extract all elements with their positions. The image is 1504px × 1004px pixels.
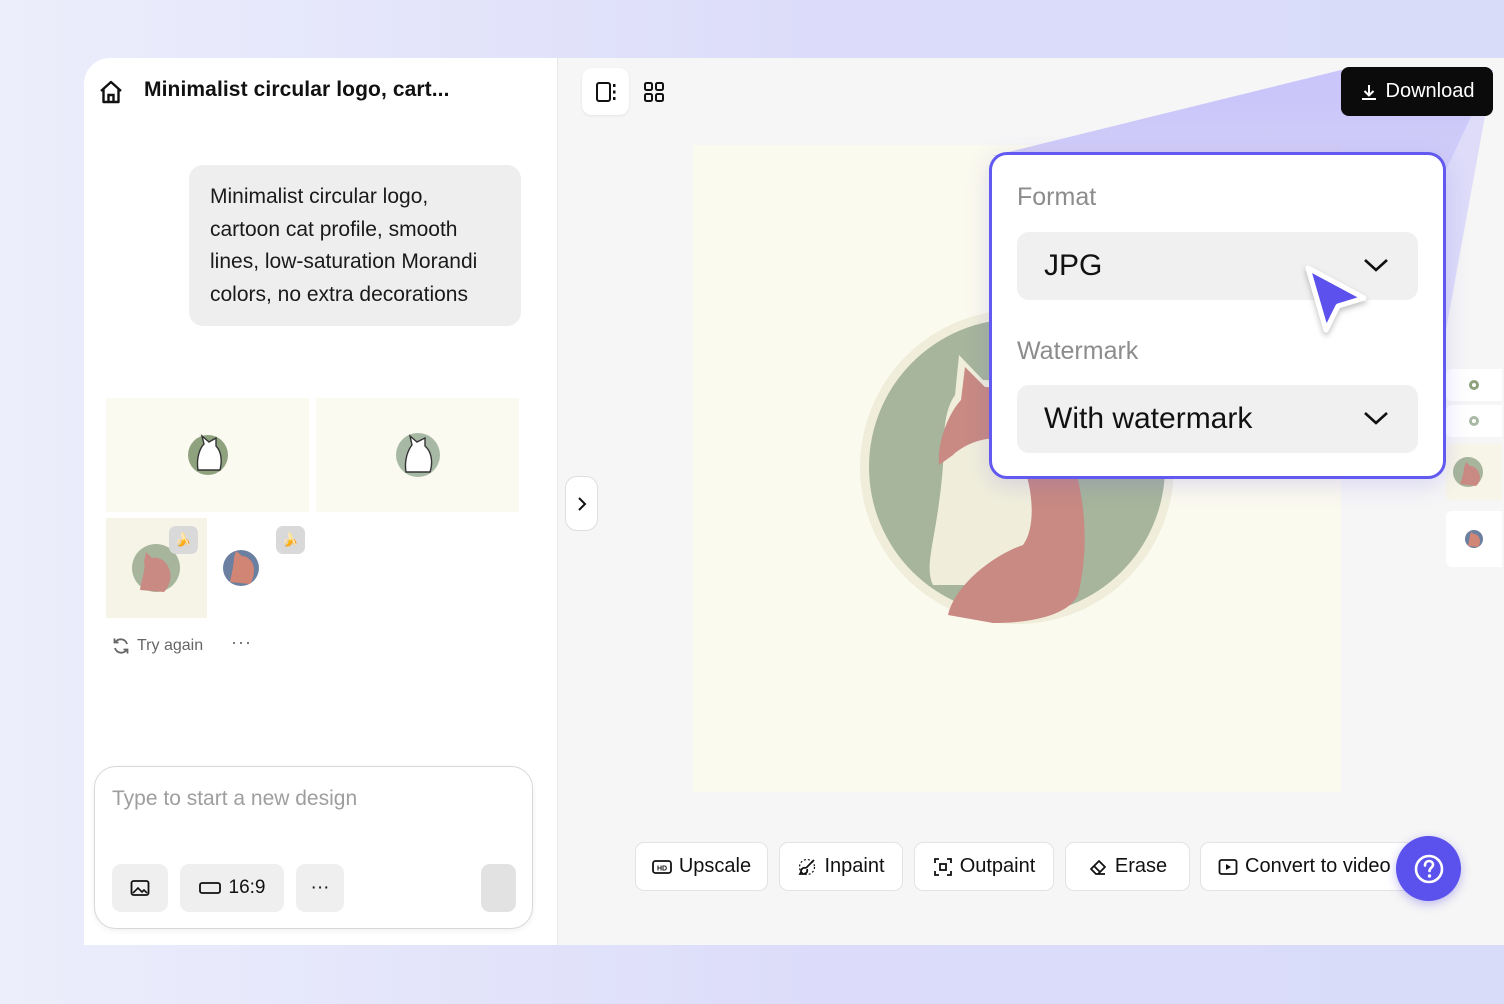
download-button[interactable]: Download — [1341, 67, 1493, 116]
result-thumbnail[interactable] — [106, 398, 309, 512]
upscale-label: Upscale — [678, 855, 752, 877]
upload-image-button[interactable] — [112, 864, 168, 912]
composer-more-button[interactable]: ··· — [296, 864, 344, 912]
help-button[interactable] — [1396, 836, 1461, 901]
hd-icon: HD — [651, 859, 672, 874]
grid-icon — [643, 81, 664, 102]
cat-logo-image — [1469, 416, 1479, 426]
watermark-select[interactable]: With watermark — [1017, 385, 1418, 453]
cat-logo-image — [396, 433, 440, 477]
brush-icon — [799, 858, 816, 875]
download-icon — [1361, 84, 1376, 100]
cat-logo-image — [1465, 530, 1483, 548]
cat-logo-image — [1453, 457, 1483, 487]
expand-panel-button[interactable] — [565, 476, 598, 531]
cat-logo-image — [188, 434, 228, 475]
single-view-button[interactable] — [582, 68, 629, 115]
upscale-button[interactable]: HD Upscale — [635, 842, 768, 891]
outpaint-button[interactable]: Outpaint — [914, 842, 1054, 891]
chat-panel: Minimalist circular logo, cart... Minima… — [84, 58, 558, 945]
erase-button[interactable]: Erase — [1065, 842, 1190, 891]
result-thumbnail[interactable] — [316, 398, 519, 512]
more-options-button[interactable]: ··· — [231, 632, 252, 653]
ratio-label: 16:9 — [228, 877, 266, 898]
badge-icon: 🍌 — [276, 526, 305, 554]
convert-to-video-button[interactable]: Convert to video — [1200, 842, 1414, 891]
video-icon — [1218, 858, 1238, 875]
try-again-button[interactable]: Try again — [111, 636, 203, 656]
format-label: Format — [1017, 183, 1097, 211]
svg-text:HD: HD — [657, 865, 667, 872]
home-icon[interactable] — [98, 79, 124, 105]
prompt-input[interactable]: Type to start a new design — [112, 787, 357, 811]
page-title: Minimalist circular logo, cart... — [144, 78, 450, 101]
side-thumbnail[interactable] — [1446, 511, 1502, 567]
inpaint-button[interactable]: Inpaint — [779, 842, 903, 891]
watermark-value: With watermark — [1044, 402, 1253, 435]
cat-logo-image — [1469, 380, 1479, 390]
eraser-icon — [1089, 859, 1106, 875]
mouse-cursor-icon — [1305, 265, 1367, 333]
prompt-bubble: Minimalist circular logo, cartoon cat pr… — [189, 165, 521, 326]
help-icon — [1414, 854, 1443, 883]
try-again-label: Try again — [137, 637, 204, 654]
side-thumbnail[interactable] — [1446, 405, 1502, 437]
chevron-down-icon — [1364, 412, 1388, 425]
inpaint-label: Inpaint — [824, 855, 885, 877]
result-thumbnail[interactable]: 🍌 — [214, 518, 314, 618]
side-thumbnail[interactable] — [1446, 369, 1502, 401]
result-thumbnail[interactable]: 🍌 — [106, 518, 207, 618]
refresh-icon — [113, 638, 129, 654]
image-icon — [130, 880, 150, 896]
composer: Type to start a new design 16:9 ··· — [94, 766, 533, 929]
watermark-label: Watermark — [1017, 337, 1139, 365]
format-value: JPG — [1044, 249, 1103, 282]
download-options-popover: Format JPG Watermark With watermark — [989, 152, 1446, 479]
badge-icon: 🍌 — [169, 526, 198, 554]
convert-label: Convert to video — [1245, 855, 1391, 877]
grid-view-button[interactable] — [630, 68, 677, 115]
erase-label: Erase — [1114, 855, 1168, 877]
chevron-right-icon — [577, 496, 586, 511]
download-label: Download — [1385, 80, 1475, 102]
aspect-ratio-button[interactable]: 16:9 — [180, 864, 284, 912]
side-thumbnail[interactable] — [1446, 444, 1502, 500]
send-button[interactable] — [481, 864, 516, 912]
expand-icon — [933, 857, 952, 876]
panel-view-icon — [595, 81, 615, 102]
ratio-icon — [198, 882, 221, 894]
outpaint-label: Outpaint — [959, 855, 1036, 877]
